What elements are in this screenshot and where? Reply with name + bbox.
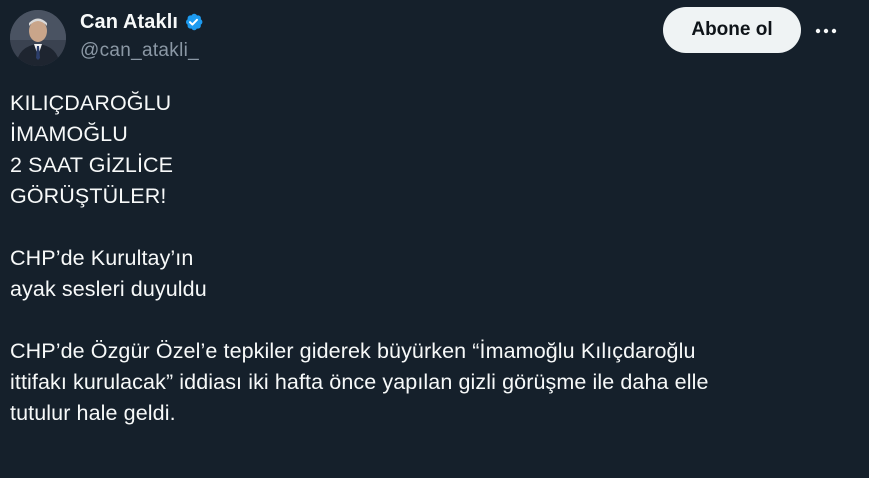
handle[interactable]: @can_atakli_ [80,40,205,62]
tweet: Can Ataklı @can_atakli_ Abone ol KILIÇDA… [0,0,869,478]
display-name[interactable]: Can Ataklı [80,11,178,34]
name-row: Can Ataklı [80,9,205,35]
tweet-text-line: CHP’de Özgür Özel’e tepkiler giderek büy… [10,339,696,363]
tweet-text-line: 2 SAAT GİZLİCE [10,153,174,177]
verified-badge-icon[interactable] [183,11,205,33]
tweet-text-line: CHP’de Kurultay’ın [10,246,194,270]
tweet-text-line: ayak sesleri duyuldu [10,277,207,301]
tweet-text-line: ittifakı kurulacak” iddiası iki hafta ön… [10,370,709,394]
tweet-text-line: tutulur hale geldi. [10,401,176,425]
tweet-text-line: KILIÇDAROĞLU [10,91,172,115]
tweet-text-line: GÖRÜŞTÜLER! [10,184,167,208]
tweet-text-line: İMAMOĞLU [10,122,128,146]
author-info: Can Ataklı @can_atakli_ [80,9,205,62]
follow-button[interactable]: Abone ol [663,7,801,53]
profile-photo-icon [10,10,66,66]
more-horizontal-icon [815,28,837,34]
more-options-button[interactable] [808,14,844,48]
tweet-text: KILIÇDAROĞLU İMAMOĞLU 2 SAAT GİZLİCE GÖRÜŞT… [10,88,855,429]
avatar[interactable] [10,10,66,66]
